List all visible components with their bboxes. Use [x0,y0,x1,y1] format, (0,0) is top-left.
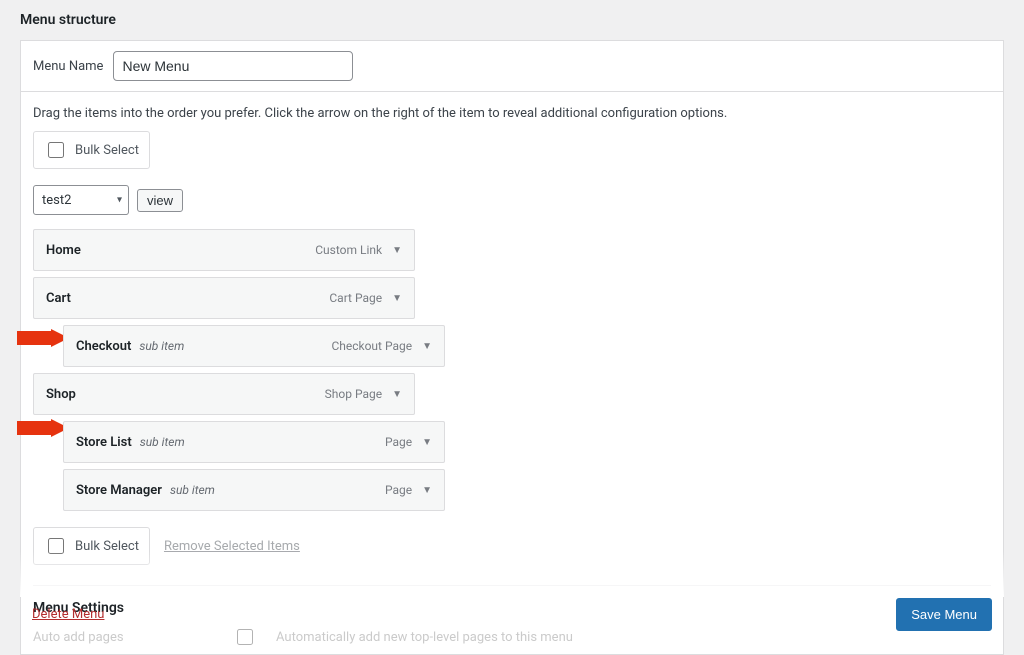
auto-add-pages-desc: Automatically add new top-level pages to… [276,630,573,645]
menu-item-title: Store List [76,435,132,450]
menu-item-title: Cart [46,291,71,306]
menu-item-type: Checkout Page [331,339,412,353]
chevron-down-icon[interactable]: ▼ [392,245,402,256]
menu-item[interactable]: Store List sub item Page ▼ [63,421,445,463]
annotation-arrow-icon [17,329,69,347]
menu-items-list: Home Custom Link ▼ Cart Cart Page ▼ [33,229,991,511]
auto-add-pages-label: Auto add pages [33,630,213,645]
panel-footer: Delete Menu Save Menu [32,598,992,631]
menu-item-title: Store Manager [76,483,162,498]
bulk-select-bottom-label: Bulk Select [75,539,139,554]
chevron-down-icon[interactable]: ▼ [422,485,432,496]
annotation-arrow-icon [17,419,69,437]
menu-item[interactable]: Home Custom Link ▼ [33,229,415,271]
menu-item[interactable]: Checkout sub item Checkout Page ▼ [63,325,445,367]
panel-body: Drag the items into the order you prefer… [21,92,1003,654]
divider [33,585,991,586]
chevron-down-icon[interactable]: ▼ [392,389,402,400]
menu-item-type: Page [385,435,412,449]
chevron-down-icon[interactable]: ▼ [422,341,432,352]
bulk-select-top[interactable]: Bulk Select [33,131,150,169]
menu-item[interactable]: Cart Cart Page ▼ [33,277,415,319]
menu-item-title: Shop [46,387,76,402]
view-button[interactable]: view [137,189,183,212]
menu-item-type: Cart Page [329,291,382,305]
save-menu-button[interactable]: Save Menu [896,598,992,631]
panel-title: Menu structure [20,0,1004,40]
chevron-down-icon[interactable]: ▼ [422,437,432,448]
menu-name-label: Menu Name [33,59,103,74]
bulk-select-bottom-row: Bulk Select Remove Selected Items [33,527,991,565]
menu-item-title: Home [46,243,81,258]
bulk-select-top-checkbox[interactable] [48,142,64,158]
menu-item-sub-label: sub item [170,483,215,497]
menu-name-input[interactable] [113,51,353,81]
chevron-down-icon[interactable]: ▼ [392,293,402,304]
bulk-select-top-label: Bulk Select [75,143,139,158]
menu-item-type: Shop Page [325,387,382,401]
menu-item[interactable]: Shop Shop Page ▼ [33,373,415,415]
menu-structure-panel: Menu Name Drag the items into the order … [20,40,1004,655]
delete-menu-link[interactable]: Delete Menu [32,607,104,622]
menu-item-sub-label: sub item [140,435,185,449]
menu-item-type: Custom Link [315,243,382,257]
instructions-text: Drag the items into the order you prefer… [33,106,991,121]
chevron-down-icon: ▾ [117,195,122,206]
auto-add-pages-checkbox[interactable] [237,629,253,645]
menu-item-title: Checkout [76,339,131,354]
bulk-select-bottom[interactable]: Bulk Select [33,527,150,565]
menu-select-row: test2 ▾ view [33,185,991,215]
menu-item[interactable]: Store Manager sub item Page ▼ [63,469,445,511]
menu-item-sub-label: sub item [139,339,184,353]
menu-item-type: Page [385,483,412,497]
remove-selected-link[interactable]: Remove Selected Items [164,539,300,554]
bulk-select-bottom-checkbox[interactable] [48,538,64,554]
menu-name-row: Menu Name [21,41,1003,92]
menu-select[interactable]: test2 ▾ [33,185,129,215]
menu-select-value: test2 [42,193,71,208]
